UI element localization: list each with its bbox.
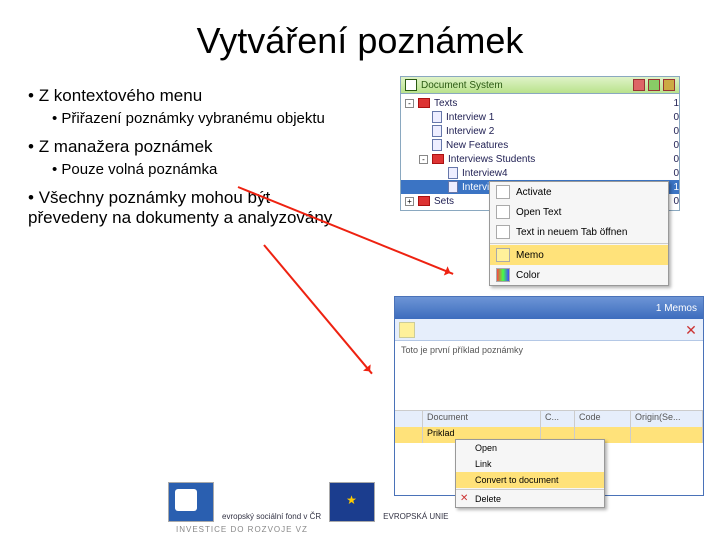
esf-logo-icon — [168, 482, 214, 522]
memo-ctx-label: Convert to document — [475, 475, 559, 485]
tree-count: 1 — [663, 98, 679, 109]
memo-count: 1 Memos — [656, 303, 697, 314]
tree-label: Texts — [434, 98, 663, 109]
tree-label: Interview4 — [462, 168, 663, 179]
document-system-panel: Document System -Texts1Interview 10Inter… — [400, 76, 680, 211]
grid-header-cell[interactable]: Code — [575, 411, 631, 427]
memo-ctx-item[interactable]: ✕ Delete — [456, 491, 604, 507]
bullet-1: Z kontextového menu — [28, 86, 350, 106]
document-icon — [448, 167, 458, 179]
ctx-item-color[interactable]: Color — [490, 265, 668, 285]
footer-logos: evropský sociální fond v ČR EVROPSKÁ UNI… — [168, 482, 449, 522]
memo-body-text: Toto je první příklad poznámky — [401, 345, 523, 355]
bullet-1a: Přiřazení poznámky vybranému objektu — [28, 110, 350, 127]
delete-icon: ✕ — [460, 494, 470, 504]
new-memo-icon[interactable] — [399, 322, 415, 338]
close-icon[interactable]: ✕ — [683, 322, 699, 338]
screenshot-panels: Document System -Texts1Interview 10Inter… — [360, 72, 720, 232]
document-icon — [448, 181, 458, 193]
eu-logo-text: EVROPSKÁ UNIE — [383, 513, 448, 522]
bullet-2: Z manažera poznámek — [28, 137, 350, 157]
memo-manager-panel: 1 Memos ✕ Toto je první příklad poznámky… — [394, 296, 704, 496]
ctx-item-memo[interactable]: Memo — [490, 245, 668, 265]
memo-ctx-label: Link — [475, 459, 492, 469]
doc-system-icon — [405, 79, 417, 91]
grid-header-cell[interactable]: Origin(Se... — [631, 411, 703, 427]
document-icon — [432, 139, 442, 151]
tree-label: Interview 2 — [446, 126, 663, 137]
color-icon — [496, 268, 510, 282]
tree-label: Interviews Students — [448, 154, 663, 165]
memo-ctx-item[interactable]: Convert to document — [456, 472, 604, 488]
ctx-item-open-tab[interactable]: Text in neuem Tab öffnen — [490, 222, 668, 242]
arrow-to-memo-manager — [263, 244, 373, 374]
folder-icon — [418, 196, 430, 206]
bullet-list: Z kontextového menu Přiřazení poznámky v… — [0, 72, 360, 232]
ctx-label: Open Text — [516, 207, 561, 218]
activate-icon — [496, 185, 510, 199]
grid-header-cell[interactable] — [395, 411, 423, 427]
tree-label: Interview 1 — [446, 112, 663, 123]
tree-row[interactable]: - Interviews Students0 — [401, 152, 679, 166]
eu-flag-icon — [329, 482, 375, 522]
memo-ctx-label: Open — [475, 443, 497, 453]
menu-icon — [460, 443, 470, 453]
hdr-icon-1[interactable] — [633, 79, 645, 91]
memo-ctx-label: Delete — [475, 494, 501, 504]
bullet-2a: Pouze volná poznámka — [28, 161, 350, 178]
memo-manager-titlebar: 1 Memos — [395, 297, 703, 319]
tree-count: 0 — [663, 112, 679, 123]
hdr-icon-2[interactable] — [648, 79, 660, 91]
tree-row[interactable]: Interview40 — [401, 166, 679, 180]
context-menu: Activate Open Text Text in neuem Tab öffne… — [489, 181, 669, 286]
footer-invest-text: INVESTICE DO ROZVOJE VZ — [176, 525, 308, 534]
document-icon — [432, 125, 442, 137]
grid-header-cell[interactable]: Document — [423, 411, 541, 427]
document-icon — [432, 111, 442, 123]
tree-count: 0 — [663, 154, 679, 165]
hdr-icon-3[interactable] — [663, 79, 675, 91]
tree-row[interactable]: Interview 10 — [401, 110, 679, 124]
esf-logo-text: evropský sociální fond v ČR — [222, 513, 321, 522]
open-tab-icon — [496, 225, 510, 239]
memo-ctx-item[interactable]: Link — [456, 456, 604, 472]
tree-row[interactable]: Interview 20 — [401, 124, 679, 138]
memo-ctx-item[interactable]: Open — [456, 440, 604, 456]
expand-icon[interactable]: - — [405, 99, 414, 108]
ctx-label: Color — [516, 270, 540, 281]
memo-context-menu: Open Link Convert to document ✕ Delete — [455, 439, 605, 508]
ctx-label: Text in neuem Tab öffnen — [516, 227, 627, 238]
docsys-header: Document System — [401, 77, 679, 94]
ctx-item-activate[interactable]: Activate — [490, 182, 668, 202]
grid-cell — [631, 427, 703, 443]
tree-row[interactable]: New Features0 — [401, 138, 679, 152]
docsys-header-icons — [633, 79, 675, 91]
docsys-title: Document System — [421, 80, 503, 91]
tree-count: 0 — [663, 168, 679, 179]
memo-body[interactable]: Toto je první příklad poznámky — [395, 341, 703, 411]
grid-header-cell[interactable]: C... — [541, 411, 575, 427]
tree-count: 0 — [663, 126, 679, 137]
expand-icon[interactable]: + — [405, 197, 414, 206]
slide-content: Z kontextového menu Přiřazení poznámky v… — [0, 72, 720, 232]
ctx-label: Activate — [516, 187, 552, 198]
memo-grid-header: DocumentC...CodeOrigin(Se... — [395, 411, 703, 427]
tree-count: 0 — [663, 140, 679, 151]
grid-cell — [395, 427, 423, 443]
ctx-label: Memo — [516, 250, 544, 261]
tree-row[interactable]: - Texts1 — [401, 96, 679, 110]
folder-icon — [418, 98, 430, 108]
menu-icon — [460, 475, 470, 485]
open-icon — [496, 205, 510, 219]
ctx-item-open[interactable]: Open Text — [490, 202, 668, 222]
slide-title: Vytváření poznámek — [0, 0, 720, 72]
tree-label: New Features — [446, 140, 663, 151]
expand-icon[interactable]: - — [419, 155, 428, 164]
folder-icon — [432, 154, 444, 164]
bullet-3: Všechny poznámky mohou být převedeny na … — [28, 188, 350, 228]
memo-icon — [496, 248, 510, 262]
memo-toolbar: ✕ — [395, 319, 703, 341]
menu-icon — [460, 459, 470, 469]
